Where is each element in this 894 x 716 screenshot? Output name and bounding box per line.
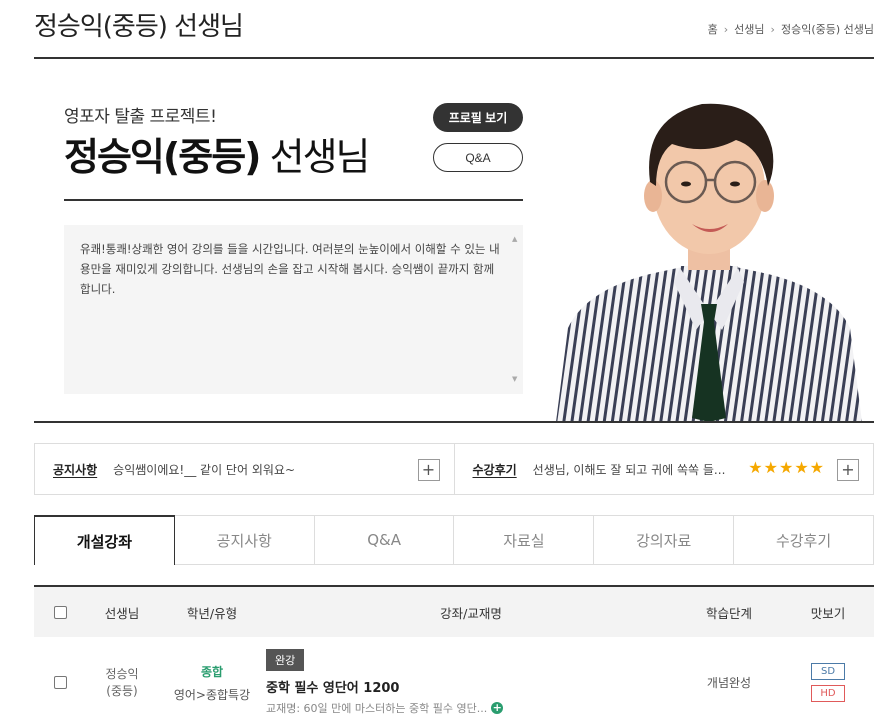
- tab-reviews[interactable]: 수강후기: [734, 515, 874, 565]
- tab-qa[interactable]: Q&A: [314, 515, 455, 565]
- course-tabs: 개설강좌 공지사항 Q&A 자료실 강의자료 수강후기: [34, 515, 874, 565]
- chevron-right-icon: ›: [770, 22, 775, 36]
- header-grade: 학년/유형: [186, 605, 238, 621]
- table-header: 선생님 학년/유형 강좌/교재명 학습단계 맛보기: [34, 585, 874, 637]
- notice-label[interactable]: 공지사항: [53, 461, 97, 478]
- header-divider: [34, 57, 874, 59]
- scroll-down-icon[interactable]: ▼: [512, 369, 517, 389]
- plus-circle-icon[interactable]: +: [491, 702, 504, 714]
- row-level: 개념완성: [706, 676, 752, 690]
- course-textbook: 교재명: 60일 만에 마스터하는 중학 필수 영단... +: [266, 700, 676, 716]
- breadcrumb-teachers[interactable]: 선생님: [734, 21, 764, 37]
- header-teacher: 선생님: [104, 605, 140, 621]
- chevron-right-icon: ›: [723, 22, 729, 36]
- row-checkbox[interactable]: [53, 676, 67, 689]
- course-textbook-text: 교재명: 60일 만에 마스터하는 중학 필수 영단...: [266, 702, 488, 715]
- grade-type: 종합: [200, 664, 224, 679]
- page-title: 정승익(중등) 선생님: [34, 12, 244, 42]
- status-badge: 완강: [266, 649, 305, 671]
- header-level: 학습단계: [705, 605, 752, 621]
- teacher-description[interactable]: 유쾌!통쾌!상쾌한 영어 강의를 들을 시간입니다. 여러분의 눈높이에서 이해…: [64, 225, 523, 394]
- row-course: 완강 중학 필수 영단어 1200 교재명: 60일 만에 마스터하는 중학 필…: [266, 649, 676, 716]
- header-preview: 맛보기: [810, 605, 846, 621]
- qa-button[interactable]: Q&A: [433, 143, 523, 172]
- notice-cell: 공지사항 승익쌤이에요!__ 같이 단어 외워요~ +: [35, 444, 454, 494]
- hero-teacher-name: 정승익(중등) 선생님: [64, 126, 371, 181]
- header-course: 강좌/교재명: [440, 605, 502, 621]
- tab-courses[interactable]: 개설강좌: [34, 515, 175, 565]
- teacher-hero: 영포자 탈출 프로젝트! 정승익(중등) 선생님 프로필 보기 Q&A 유쾌!통…: [34, 60, 874, 422]
- row-teacher: 정승익 (중등): [105, 666, 139, 698]
- review-label[interactable]: 수강후기: [473, 461, 517, 478]
- notice-text[interactable]: 승익쌤이에요!__ 같이 단어 외워요~: [113, 461, 295, 478]
- hero-divider: [64, 199, 523, 201]
- tab-archive[interactable]: 자료실: [454, 515, 595, 565]
- description-scrollbar[interactable]: ▲ ▼: [511, 229, 521, 389]
- teacher-portrait: [556, 103, 862, 422]
- notice-more-button[interactable]: +: [417, 459, 440, 481]
- breadcrumb-home[interactable]: 홈: [708, 21, 718, 37]
- hero-bottom-divider: [34, 421, 874, 423]
- hd-preview-button[interactable]: HD: [811, 685, 845, 702]
- hero-name-bold: 정승익(중등): [64, 135, 262, 179]
- description-text: 유쾌!통쾌!상쾌한 영어 강의를 들을 시간입니다. 여러분의 눈높이에서 이해…: [80, 242, 500, 296]
- star-rating-icon: ★★★★★: [748, 458, 825, 477]
- course-table: 선생님 학년/유형 강좌/교재명 학습단계 맛보기 정승익 (중등) 종합 영어…: [34, 585, 874, 716]
- tab-notice[interactable]: 공지사항: [174, 515, 315, 565]
- review-cell: 수강후기 선생님, 이해도 잘 되고 귀에 쏙쏙 들... ★★★★★ +: [453, 444, 874, 494]
- course-title[interactable]: 중학 필수 영단어 1200: [266, 677, 676, 696]
- info-bar: 공지사항 승익쌤이에요!__ 같이 단어 외워요~ + 수강후기 선생님, 이해…: [34, 443, 874, 495]
- breadcrumb: 홈 › 선생님 › 정승익(중등) 선생님: [708, 21, 874, 37]
- row-preview: SD HD: [782, 663, 874, 702]
- sd-preview-button[interactable]: SD: [811, 663, 845, 680]
- scroll-up-icon[interactable]: ▲: [512, 229, 517, 249]
- review-more-button[interactable]: +: [837, 459, 859, 481]
- profile-view-button[interactable]: 프로필 보기: [433, 103, 523, 132]
- breadcrumb-current: 정승익(중등) 선생님: [780, 23, 874, 36]
- select-all-checkbox[interactable]: [53, 605, 67, 619]
- tab-materials[interactable]: 강의자료: [594, 515, 735, 565]
- hero-name-rest: 선생님: [259, 135, 371, 179]
- grade-subject: 영어>종합특강: [173, 687, 251, 702]
- review-text[interactable]: 선생님, 이해도 잘 되고 귀에 쏙쏙 들...: [533, 461, 726, 478]
- row-grade: 종합 영어>종합특강: [158, 663, 266, 703]
- table-row: 정승익 (중등) 종합 영어>종합특강 완강 중학 필수 영단어 1200 교재…: [34, 637, 874, 716]
- hero-tagline: 영포자 탈출 프로젝트!: [64, 107, 217, 127]
